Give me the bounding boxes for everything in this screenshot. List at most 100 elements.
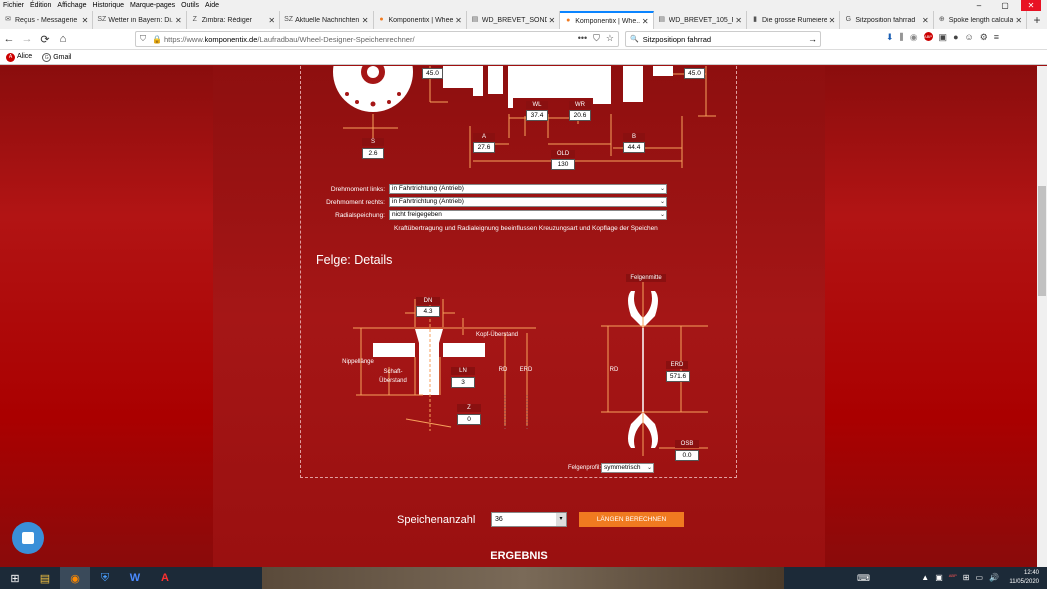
menu-outils[interactable]: Outils <box>181 2 199 9</box>
bookmark-gmail[interactable]: G Gmail <box>42 52 71 62</box>
close-icon[interactable]: ✕ <box>455 16 462 25</box>
speichenanzahl-select[interactable]: 36 ▾ <box>491 512 567 527</box>
scrollbar-thumb[interactable] <box>1038 186 1046 296</box>
page-actions-icon[interactable]: ••• <box>578 33 587 44</box>
search-go-icon[interactable]: → <box>808 34 817 44</box>
search-bar[interactable]: 🔍 Sitzpositiopn fahrrad → <box>625 31 821 47</box>
close-icon[interactable]: ✕ <box>922 16 929 25</box>
dn-label: DN <box>416 297 440 305</box>
tab-komponentix-active[interactable]: ● Komponentix | Whe... ✕ <box>560 11 654 29</box>
close-icon[interactable]: ✕ <box>829 16 836 25</box>
gmail-icon: G <box>42 52 52 62</box>
start-button[interactable]: ⊞ <box>0 567 30 589</box>
url-bar[interactable]: ⛉ 🔒 https://www.komponentix.de/Laufradba… <box>135 31 619 47</box>
tab-label: Aktuelle Nachrichten <box>295 16 360 24</box>
radialspeichung-label: Radialspeichung: <box>335 211 385 219</box>
felgenprofil-select[interactable]: symmetrisch ⌄ <box>601 463 654 473</box>
drehmoment-rechts-select[interactable]: in Fahrtrichtung (Antrieb) ⌄ <box>389 197 667 207</box>
chat-widget-button[interactable] <box>12 522 44 554</box>
firefox-icon[interactable]: ◉ <box>60 567 90 589</box>
pocket-icon[interactable]: ⛉ <box>593 33 600 44</box>
s-label: S <box>362 138 384 146</box>
menu-affichage[interactable]: Affichage <box>57 2 86 9</box>
library-icon[interactable]: ⫼ <box>900 32 904 43</box>
tab-rumeiere[interactable]: ▮ Die grosse Rumeiere ✕ <box>747 11 841 29</box>
flange-left-value: 45.0 <box>422 68 443 79</box>
home-button[interactable]: ⌂ <box>54 33 72 45</box>
tab-spoke-length[interactable]: ⊕ Spoke length calcula ✕ <box>934 11 1028 29</box>
file-explorer-icon[interactable]: ▤ <box>30 567 60 589</box>
b-label: B <box>623 133 645 141</box>
tab-brevet-105[interactable]: ▤WD_BREVET_105_FH✕ <box>654 11 747 29</box>
settings-icon[interactable]: ⚙ <box>980 32 988 43</box>
bookmark-star-icon[interactable]: ☆ <box>606 33 614 44</box>
word-icon[interactable]: W <box>120 567 150 589</box>
wr-label: WR <box>569 101 591 109</box>
forward-button[interactable]: → <box>18 33 36 45</box>
container-icon[interactable]: ● <box>953 32 958 43</box>
adblock-tray-icon[interactable]: ABP <box>949 573 957 582</box>
rim-details-heading: Felge: Details <box>316 253 393 267</box>
tab-label: Wetter in Bayern: Di... <box>108 16 174 24</box>
url-text[interactable]: https://www.komponentix.de/Laufradbau/Wh… <box>164 35 415 44</box>
extension-icon[interactable]: ◉ <box>910 32 918 43</box>
menu-aide[interactable]: Aide <box>205 2 219 9</box>
back-button[interactable]: ← <box>0 33 18 45</box>
tab-messagerie[interactable]: ✉ Reçus - Messagerie ✕ <box>0 11 94 29</box>
close-icon[interactable]: ✕ <box>642 17 649 26</box>
envelope-icon: ✉ <box>5 16 11 23</box>
menu-marque-pages[interactable]: Marque-pages <box>130 2 175 9</box>
tab-nachrichten[interactable]: SZ Aktuelle Nachrichten ✕ <box>280 11 374 29</box>
alice-icon: A <box>6 52 15 62</box>
adblock-icon[interactable]: ABP <box>923 32 933 41</box>
old-label: OLD <box>551 150 575 158</box>
close-icon[interactable]: ✕ <box>549 16 556 25</box>
tab-wetter[interactable]: SZ Wetter in Bayern: Di... ✕ <box>93 11 187 29</box>
page-scrollbar[interactable] <box>1037 66 1047 567</box>
calculate-lengths-button[interactable]: LÄNGEN BERECHNEN <box>579 512 684 527</box>
network-icon[interactable]: ⊞ <box>963 573 970 582</box>
sidebar-icon[interactable]: ▣ <box>939 32 948 43</box>
close-icon[interactable]: ✕ <box>362 16 369 25</box>
menu-icon[interactable]: ≡ <box>994 32 999 43</box>
minimize-button[interactable]: – <box>969 0 989 11</box>
reload-button[interactable]: ⟳ <box>36 33 54 46</box>
tab-brevet-sonder[interactable]: ▤WD_BREVET_SONDER✕ <box>467 11 561 29</box>
clock[interactable]: 12:40 11/05/2020 <box>1009 569 1039 587</box>
keyboard-icon[interactable]: ⌨ <box>857 573 870 584</box>
tray-app-icon[interactable]: ▣ <box>935 573 943 582</box>
tab-sitzposition[interactable]: G Sitzposition fahrrad ✕ <box>840 11 934 29</box>
lock-icon[interactable]: 🔒 <box>152 35 164 44</box>
radialspeichung-select[interactable]: nicht freigegeben ⌄ <box>389 210 667 220</box>
wr-value: 20.6 <box>569 110 591 121</box>
defender-icon[interactable]: ⛨ <box>90 567 120 589</box>
bookmark-alice[interactable]: A Alice <box>6 52 32 62</box>
drehmoment-links-select[interactable]: in Fahrtrichtung (Antrieb) ⌄ <box>389 184 667 194</box>
close-icon[interactable]: ✕ <box>735 16 742 25</box>
tab-zimbra[interactable]: Z Zimbra: Rédiger ✕ <box>187 11 281 29</box>
close-icon[interactable]: ✕ <box>1015 16 1022 25</box>
search-input[interactable]: Sitzpositiopn fahrrad <box>643 35 711 44</box>
close-icon[interactable]: ✕ <box>268 16 275 25</box>
volume-icon[interactable]: 🔊 <box>989 573 999 582</box>
maximize-button[interactable]: ▢ <box>995 0 1015 11</box>
account-icon[interactable]: ☺ <box>965 32 974 43</box>
download-icon[interactable]: ⬇ <box>886 32 894 43</box>
close-icon[interactable]: ✕ <box>82 16 89 25</box>
battery-icon[interactable]: ▭ <box>975 573 983 582</box>
tab-label: Zimbra: Rédiger <box>201 16 252 24</box>
menu-fichier[interactable]: Fichier <box>3 2 24 9</box>
close-window-button[interactable]: ✕ <box>1021 0 1041 11</box>
shield-icon[interactable]: ⛉ <box>140 34 152 44</box>
tab-komponentix-1[interactable]: ● Komponentix | Wheel ✕ <box>374 11 467 29</box>
tray-expand-icon[interactable]: ▲ <box>921 573 929 582</box>
b-value: 44.4 <box>623 142 645 153</box>
new-tab-button[interactable]: + <box>1027 11 1047 29</box>
acrobat-icon[interactable]: A <box>150 567 180 589</box>
komponentix-icon: ● <box>379 16 384 23</box>
menu-edition[interactable]: Édition <box>30 2 51 9</box>
close-icon[interactable]: ✕ <box>175 16 182 25</box>
tab-label: Sitzposition fahrrad <box>855 16 916 24</box>
menu-historique[interactable]: Historique <box>92 2 124 9</box>
tab-label: Komponentix | Wheel <box>388 16 454 24</box>
